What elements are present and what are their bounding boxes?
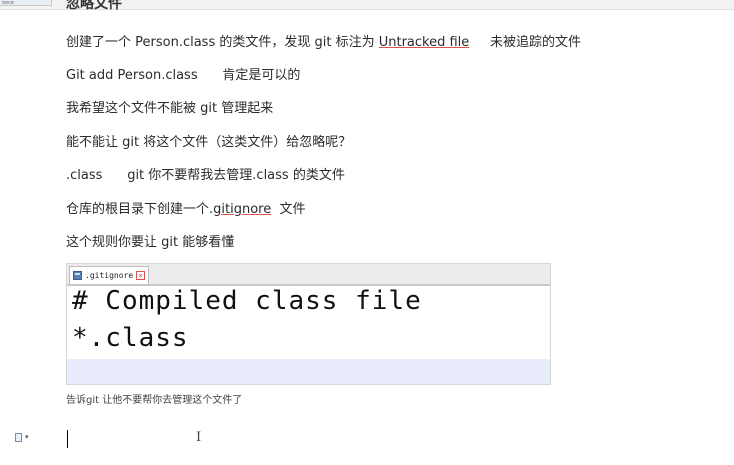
note-text: 仓库的根目录下创建一个. [66, 202, 214, 217]
code-line-1: # Compiled class file [72, 286, 422, 316]
note-line-1: 创建了一个 Person.class 的类文件，发现 git 标注为 Untra… [66, 31, 581, 50]
note-line-6: 仓库的根目录下创建一个.gitignore 文件 [66, 198, 305, 217]
code-line-2: *.class [72, 323, 189, 353]
page-icon[interactable] [15, 433, 22, 442]
section-heading: 忽略文件 [66, 0, 122, 12]
current-line-highlight [67, 359, 550, 384]
top-page-tab[interactable]: ooce [0, 0, 52, 6]
note-text: 未被追踪的文件 [469, 35, 581, 50]
text-caret [67, 430, 68, 448]
note-line-2: Git add Person.class 肯定是可以的 [66, 68, 301, 83]
note-line-7: 这个规则你要让 git 能够看懂 [66, 235, 235, 250]
editor-tab-bar: .gitignore ✕ [67, 264, 550, 286]
note-line-4: 能不能让 git 将这个文件（这类文件）给忽略呢？ [66, 135, 352, 150]
image-caption: 告诉git 让他不要帮你去管理这个文件了 [66, 395, 243, 406]
file-icon [73, 271, 82, 280]
chevron-down-icon[interactable]: ▾ [25, 433, 29, 441]
note-text: 文件 [271, 202, 306, 217]
note-text: 创建了一个 Person.class 的类文件，发现 git 标注为 [66, 35, 379, 50]
note-underlined-term: gitignore [213, 202, 272, 217]
gitignore-editor-screenshot: .gitignore ✕ # Compiled class file *.cla… [66, 263, 551, 385]
ibeam-cursor-icon: I [196, 430, 202, 445]
note-line-5: .class git 你不要帮我去管理.class 的类文件 [66, 168, 345, 183]
editor-tab-label: .gitignore [85, 271, 134, 280]
note-line-3: 我希望这个文件不能被 git 管理起来 [66, 101, 274, 116]
close-icon[interactable]: ✕ [136, 271, 146, 280]
editor-tab-gitignore[interactable]: .gitignore ✕ [69, 266, 149, 284]
note-underlined-term: Untracked file [378, 35, 470, 50]
